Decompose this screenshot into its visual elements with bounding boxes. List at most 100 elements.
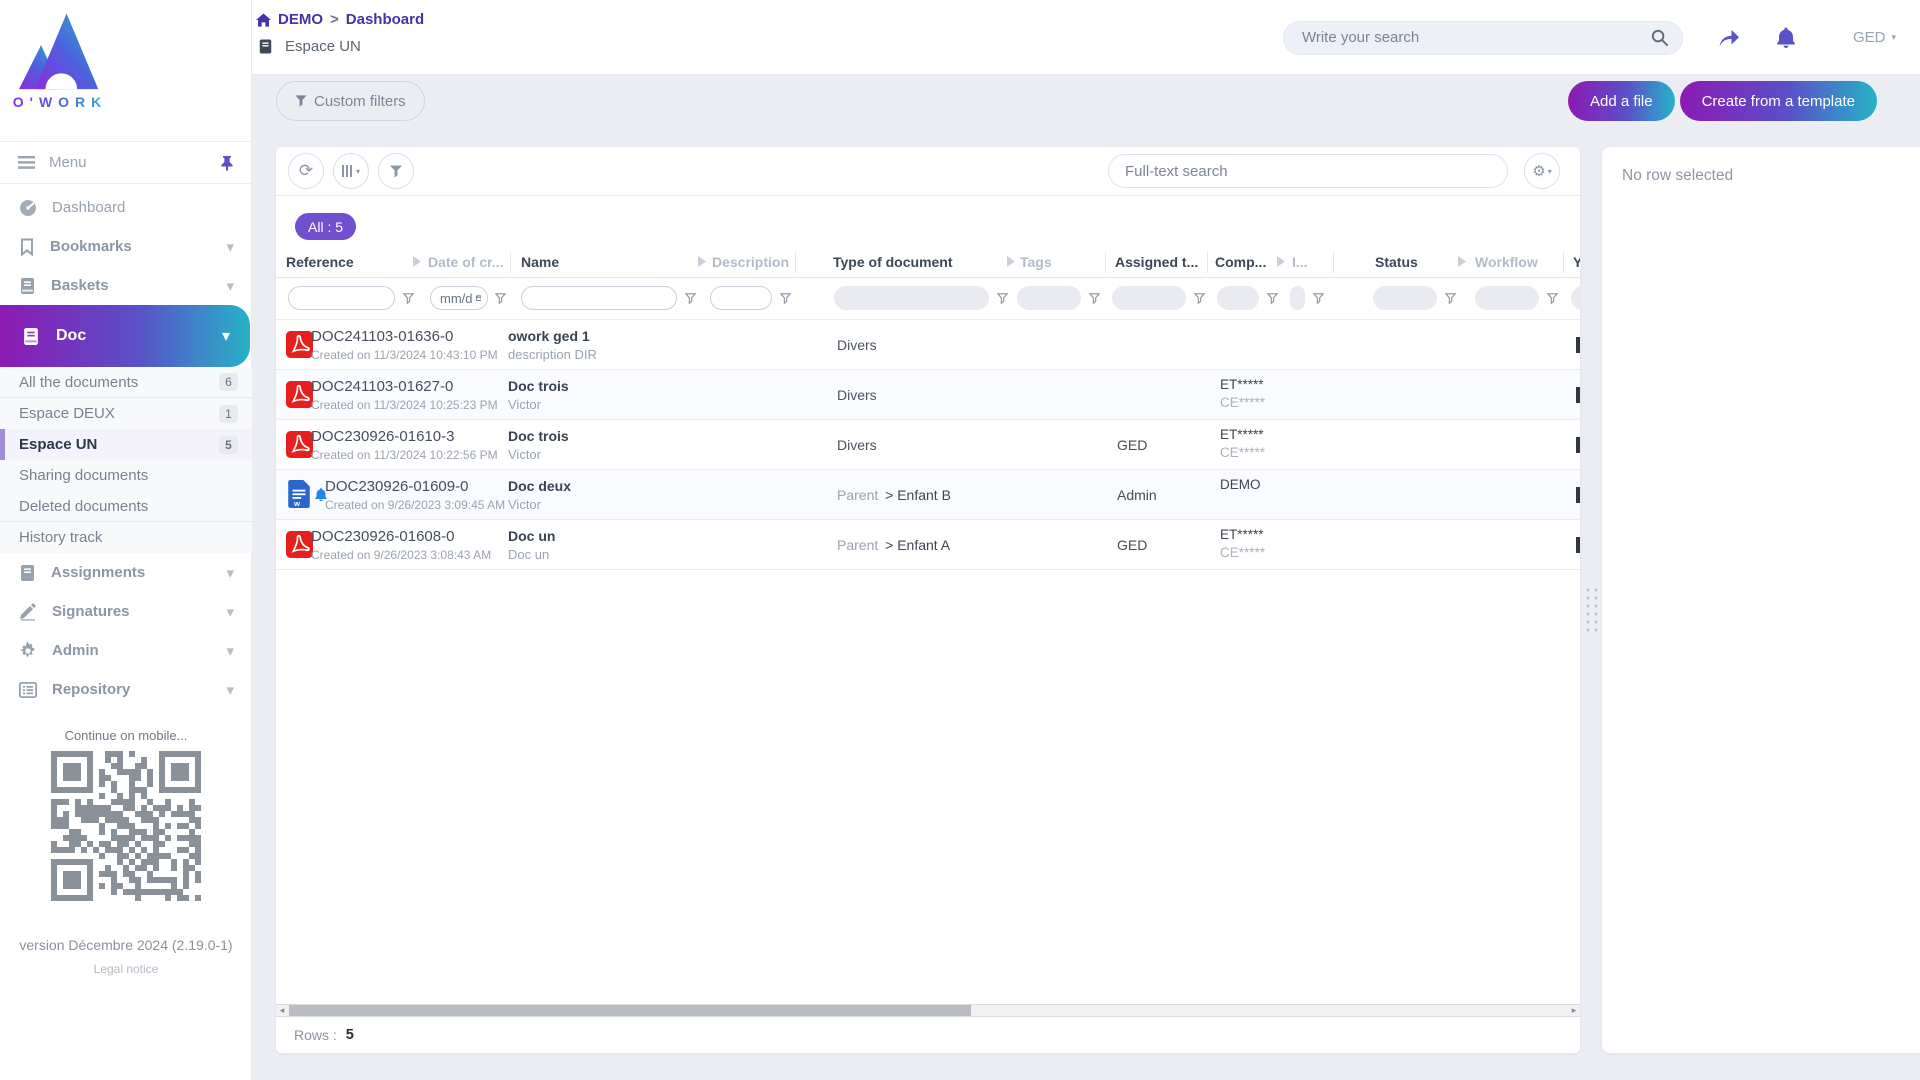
account-menu[interactable]: GED ▾ <box>1853 29 1896 46</box>
signature-pen-icon <box>20 602 36 621</box>
horizontal-scrollbar[interactable]: ◂ ▸ <box>276 1004 1580 1017</box>
funnel-outline-icon[interactable] <box>1445 293 1456 304</box>
funnel-outline-icon[interactable] <box>1313 293 1324 304</box>
fulltext-search-input[interactable] <box>1125 162 1491 180</box>
sidebar-item-signatures[interactable]: Signatures ▾ <box>0 592 252 631</box>
row-type: Divers <box>837 337 877 353</box>
breadcrumb-separator: > <box>330 11 339 28</box>
sidebar-item-all-documents[interactable]: All the documents 6 <box>0 367 252 398</box>
col-workflow[interactable]: Workflow <box>1475 254 1538 270</box>
expand-arrow-icon[interactable] <box>698 256 706 267</box>
col-tags[interactable]: Tags <box>1020 254 1052 270</box>
col-assigned-to[interactable]: Assigned t... <box>1115 254 1198 270</box>
expand-arrow-icon[interactable] <box>413 256 421 267</box>
description-filter-input[interactable] <box>711 287 771 309</box>
col-i[interactable]: I... <box>1292 254 1308 270</box>
scroll-left-arrow[interactable]: ◂ <box>276 1005 288 1016</box>
sidebar-item-doc-active[interactable]: Doc ▾ <box>0 305 250 367</box>
scroll-right-arrow[interactable]: ▸ <box>1568 1005 1580 1016</box>
reference-filter[interactable] <box>288 286 395 310</box>
home-icon[interactable] <box>256 12 271 27</box>
funnel-outline-icon[interactable] <box>1194 293 1205 304</box>
column-separator <box>510 252 511 273</box>
breadcrumb-root[interactable]: DEMO <box>278 11 323 28</box>
table-settings-button[interactable]: ⚙ ▾ <box>1524 153 1560 189</box>
funnel-outline-icon[interactable] <box>495 293 506 304</box>
filter-button[interactable] <box>378 153 414 189</box>
expand-arrow-icon[interactable] <box>1277 256 1285 267</box>
name-filter-input[interactable] <box>522 287 676 309</box>
row-company: ET***** <box>1220 377 1264 392</box>
chevron-down-icon: ▾ <box>226 238 234 256</box>
reference-filter-input[interactable] <box>289 287 394 309</box>
type-filter-disabled <box>834 286 989 310</box>
sidebar-item-admin[interactable]: Admin ▾ <box>0 631 252 670</box>
col-status[interactable]: Status <box>1375 254 1418 270</box>
funnel-outline-icon[interactable] <box>1547 293 1558 304</box>
name-filter[interactable] <box>521 286 677 310</box>
col-description[interactable]: Description <box>712 254 789 270</box>
table-row[interactable]: w DOC230926-01609-0 Created on 9/26/2023… <box>276 470 1580 520</box>
column-separator <box>1207 252 1208 273</box>
refresh-button[interactable]: ⟳ <box>288 153 324 189</box>
global-search-input[interactable] <box>1301 29 1651 46</box>
col-date-of-creation[interactable]: Date of cr... <box>428 254 503 270</box>
table-row[interactable]: DOC241103-01636-0 Created on 11/3/2024 1… <box>276 320 1580 370</box>
description-filter[interactable] <box>710 286 772 310</box>
create-from-template-button[interactable]: Create from a template <box>1679 81 1877 121</box>
sidebar-item-espace-un[interactable]: Espace UN 5 <box>0 429 252 460</box>
share-icon[interactable] <box>1717 27 1741 48</box>
col-reference[interactable]: Reference <box>286 254 354 270</box>
sidebar-item-history-track[interactable]: History track <box>0 522 252 553</box>
col-company[interactable]: Comp... <box>1215 254 1266 270</box>
chevron-down-icon: ▾ <box>1891 32 1896 42</box>
table-row[interactable]: DOC230926-01610-3 Created on 11/3/2024 1… <box>276 420 1580 470</box>
expand-arrow-icon[interactable] <box>1458 256 1466 267</box>
table-body: DOC241103-01636-0 Created on 11/3/2024 1… <box>276 319 1580 570</box>
columns-button[interactable]: ▾ <box>333 153 369 189</box>
panel-resize-handle[interactable] <box>1583 584 1599 632</box>
sidebar-item-repository[interactable]: Repository ▾ <box>0 670 252 709</box>
qr-code <box>51 751 201 901</box>
pin-sidebar-icon[interactable] <box>220 155 234 171</box>
funnel-outline-icon[interactable] <box>780 293 791 304</box>
funnel-outline-icon[interactable] <box>1089 293 1100 304</box>
expand-arrow-icon[interactable] <box>1007 256 1015 267</box>
chevron-down-icon: ▾ <box>1547 166 1552 176</box>
funnel-outline-icon[interactable] <box>685 293 696 304</box>
funnel-outline-icon[interactable] <box>997 293 1008 304</box>
fulltext-search[interactable] <box>1108 154 1508 188</box>
menu-toggle[interactable]: Menu <box>0 141 252 184</box>
all-count-badge[interactable]: All : 5 <box>295 213 357 240</box>
sidebar-item-assignments[interactable]: Assignments ▾ <box>0 553 252 592</box>
row-subtitle: Doc un <box>508 547 550 562</box>
legal-notice-link[interactable]: Legal notice <box>0 962 252 976</box>
search-icon[interactable] <box>1651 29 1668 46</box>
col-y-clipped[interactable]: Y <box>1573 254 1580 270</box>
row-name: owork ged 1 <box>508 328 590 344</box>
col-type-of-document[interactable]: Type of document <box>833 254 953 270</box>
global-search[interactable] <box>1282 20 1683 55</box>
notifications-bell-icon[interactable] <box>1775 26 1797 49</box>
row-name: Doc trois <box>508 428 569 444</box>
sidebar-item-dashboard[interactable]: Dashboard <box>0 188 252 227</box>
sidebar-item-sharing-documents[interactable]: Sharing documents <box>0 460 252 491</box>
custom-filters-button[interactable]: Custom filters <box>276 81 425 121</box>
action-bar: Custom filters Add a file Create from a … <box>252 75 1920 147</box>
sidebar-item-baskets[interactable]: Baskets ▾ <box>0 266 252 305</box>
scrollbar-thumb[interactable] <box>289 1005 971 1016</box>
date-filter[interactable]: mm/d <box>430 286 488 310</box>
sidebar-item-deleted-documents[interactable]: Deleted documents <box>0 491 252 522</box>
gear-icon: ⚙ <box>1532 163 1546 180</box>
breadcrumb-current[interactable]: Dashboard <box>346 11 424 28</box>
funnel-outline-icon[interactable] <box>403 293 414 304</box>
sidebar-item-bookmarks[interactable]: Bookmarks ▾ <box>0 227 252 266</box>
table-row[interactable]: DOC230926-01608-0 Created on 9/26/2023 3… <box>276 520 1580 570</box>
repository-list-icon <box>19 681 37 698</box>
add-file-button[interactable]: Add a file <box>1568 81 1675 121</box>
sidebar: O'WORK Menu Dashboard Bookmarks ▾ Basket… <box>0 0 252 1080</box>
sidebar-item-espace-deux[interactable]: Espace DEUX 1 <box>0 398 252 429</box>
table-row[interactable]: DOC241103-01627-0 Created on 11/3/2024 1… <box>276 370 1580 420</box>
col-name[interactable]: Name <box>521 254 559 270</box>
funnel-outline-icon[interactable] <box>1267 293 1278 304</box>
